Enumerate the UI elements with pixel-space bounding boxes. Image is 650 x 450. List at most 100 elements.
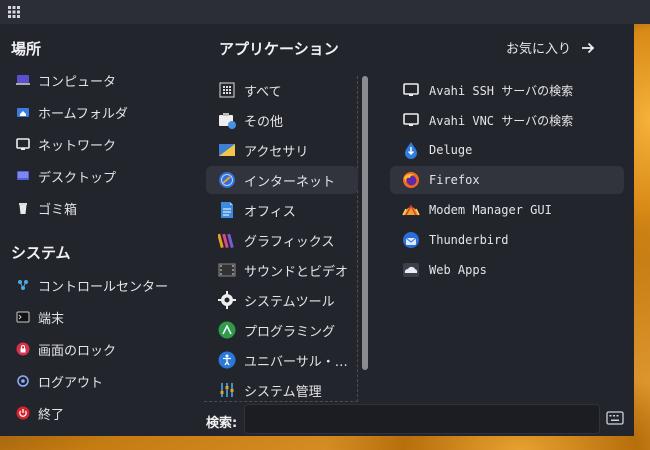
app-modem-manager[interactable]: Modem Manager GUI [390,196,624,224]
system-shutdown[interactable]: 終了 [16,401,64,425]
system-label: 端末 [38,311,65,327]
place-label: コンピュータ [38,74,117,90]
logout-icon [16,374,30,388]
search-input[interactable] [244,404,600,434]
system-heading: システム [11,244,71,262]
lock-icon [16,342,30,356]
administration-icon [218,381,236,399]
category-label: その他 [244,114,284,130]
apps-grid-icon[interactable] [8,6,20,18]
other-icon [218,111,236,129]
system-label: コントロールセンター [38,279,169,295]
place-computer[interactable]: コンピュータ [16,68,116,92]
category-label: すべて [244,84,282,100]
category-list: すべて その他 アクセサリ インターネット オフィス グラフィックス サウンドと… [204,76,358,402]
deluge-icon [402,141,420,159]
places-system-column: 場所 コンピュータ ホームフォルダ ネットワーク デスクトップ ゴミ箱 システム… [0,24,200,436]
category-universal-access[interactable]: ユニバーサル・… [206,346,358,374]
keyboard-icon[interactable] [606,410,624,426]
app-label: Web Apps [429,263,487,277]
category-label: オフィス [244,204,296,220]
system-control-center[interactable]: コントロールセンター [16,273,168,297]
terminal-icon [16,310,30,324]
place-network[interactable]: ネットワーク [16,132,116,156]
category-label: プログラミング [244,324,336,340]
app-avahi-vnc[interactable]: Avahi VNC サーバの検索 [390,106,624,134]
universal-access-icon [218,351,236,369]
programming-icon [218,321,236,339]
network-icon [16,137,30,151]
category-label: システムツール [244,294,335,310]
app-label: Deluge [429,143,473,157]
thunderbird-icon [402,231,420,249]
place-desktop[interactable]: デスクトップ [16,164,116,188]
favorites-label: お気に入り [506,42,572,57]
modem-manager-icon [402,201,420,219]
category-scrollbar[interactable] [362,76,368,370]
application-menu: 場所 コンピュータ ホームフォルダ ネットワーク デスクトップ ゴミ箱 システム… [0,24,634,436]
system-tools-icon [218,291,236,309]
monitor-icon [402,81,420,99]
app-thunderbird[interactable]: Thunderbird [390,226,624,254]
category-label: グラフィックス [244,234,335,250]
system-logout[interactable]: ログアウト [16,369,103,393]
office-icon [218,201,236,219]
place-home-folder[interactable]: ホームフォルダ [16,100,128,124]
category-other[interactable]: その他 [206,106,358,134]
category-programming[interactable]: プログラミング [206,316,358,344]
app-web-apps[interactable]: Web Apps [390,256,624,284]
home-folder-icon [16,105,30,119]
app-label: Avahi VNC サーバの検索 [429,113,574,128]
app-label: Firefox [429,173,480,187]
favorites-button[interactable]: お気に入り [506,38,595,57]
category-administration[interactable]: システム管理 [206,376,358,404]
category-label: サウンドとビデオ [244,264,349,280]
category-system-tools[interactable]: システムツール [206,286,358,314]
category-label: アクセサリ [244,144,309,160]
app-list: Avahi SSH サーバの検索 Avahi VNC サーバの検索 Deluge… [388,76,626,402]
all-apps-icon [218,81,236,99]
category-graphics[interactable]: グラフィックス [206,226,358,254]
place-label: デスクトップ [38,170,117,186]
places-heading: 場所 [11,40,42,58]
arrow-right-icon [582,42,595,53]
app-label: Avahi SSH サーバの検索 [429,83,574,98]
top-panel [0,0,650,24]
search-label: 検索: [206,416,238,431]
category-label: インターネット [244,174,336,190]
category-label: ユニバーサル・… [244,354,348,370]
place-label: ネットワーク [38,138,117,154]
applications-heading: アプリケーション [219,40,339,58]
desktop-icon [16,169,30,183]
place-trash[interactable]: ゴミ箱 [16,196,77,220]
system-terminal[interactable]: 端末 [16,305,64,329]
category-sound-video[interactable]: サウンドとビデオ [206,256,358,284]
power-icon [16,406,30,420]
computer-icon [16,73,30,87]
app-deluge[interactable]: Deluge [390,136,624,164]
monitor-icon [402,111,420,129]
category-office[interactable]: オフィス [206,196,358,224]
sound-video-icon [218,261,236,279]
place-label: ホームフォルダ [38,106,128,122]
app-avahi-ssh[interactable]: Avahi SSH サーバの検索 [390,76,624,104]
category-all[interactable]: すべて [206,76,358,104]
web-apps-icon [402,261,420,279]
category-internet[interactable]: インターネット [206,166,358,194]
control-center-icon [16,278,30,292]
app-label: Thunderbird [429,233,509,247]
system-lock-screen[interactable]: 画面のロック [16,337,116,361]
app-firefox[interactable]: Firefox [390,166,624,194]
graphics-icon [217,231,236,249]
trash-icon [16,201,30,215]
internet-icon [218,171,236,189]
system-label: 終了 [38,407,65,423]
system-label: ログアウト [38,375,104,391]
firefox-icon [402,171,420,189]
accessories-icon [218,141,236,159]
category-accessories[interactable]: アクセサリ [206,136,358,164]
app-label: Modem Manager GUI [429,203,552,217]
system-label: 画面のロック [38,343,117,359]
place-label: ゴミ箱 [38,202,78,218]
category-label: システム管理 [244,384,322,400]
